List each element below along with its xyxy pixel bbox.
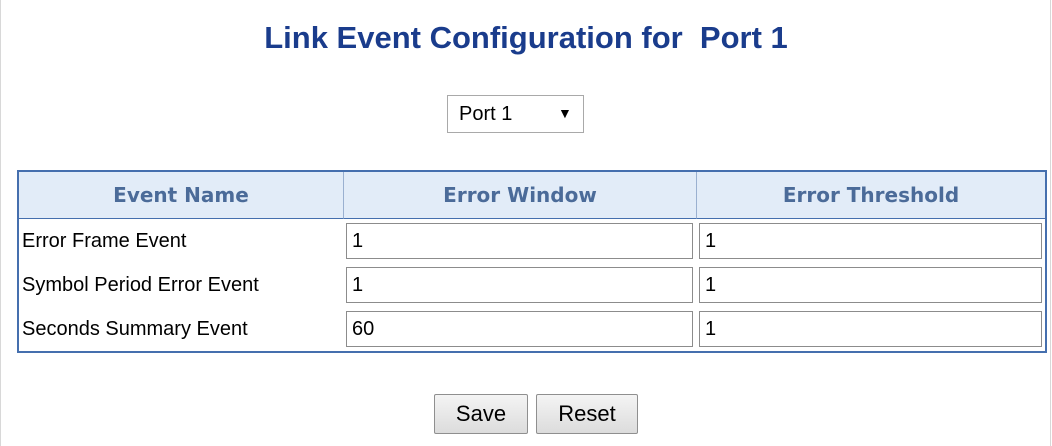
header-error-window: Error Window bbox=[344, 172, 697, 219]
table-header-row: Event Name Error Window Error Threshold bbox=[19, 172, 1045, 219]
seconds-summary-threshold-input[interactable] bbox=[699, 311, 1042, 347]
error-frame-window-input[interactable] bbox=[346, 223, 693, 259]
event-name-symbol-period: Symbol Period Error Event bbox=[22, 273, 259, 296]
table-row: Symbol Period Error Event bbox=[19, 263, 1045, 307]
header-event-name: Event Name bbox=[19, 172, 344, 219]
reset-button[interactable]: Reset bbox=[536, 394, 638, 434]
table-row: Seconds Summary Event bbox=[19, 307, 1045, 351]
symbol-period-threshold-input[interactable] bbox=[699, 267, 1042, 303]
save-button[interactable]: Save bbox=[434, 394, 528, 434]
dropdown-arrow-icon: ▼ bbox=[558, 105, 572, 121]
event-name-error-frame: Error Frame Event bbox=[22, 229, 187, 252]
symbol-period-window-input[interactable] bbox=[346, 267, 693, 303]
page-title: Link Event Configuration for Port 1 bbox=[264, 20, 788, 55]
header-error-threshold: Error Threshold bbox=[697, 172, 1045, 219]
event-name-seconds-summary: Seconds Summary Event bbox=[22, 317, 248, 340]
seconds-summary-window-input[interactable] bbox=[346, 311, 693, 347]
table-row: Error Frame Event bbox=[19, 219, 1045, 263]
error-frame-threshold-input[interactable] bbox=[699, 223, 1042, 259]
link-event-table: Event Name Error Window Error Threshold … bbox=[17, 170, 1047, 353]
port-select-value: Port 1 bbox=[459, 103, 513, 125]
port-select[interactable]: Port 1 ▼ bbox=[447, 95, 584, 133]
